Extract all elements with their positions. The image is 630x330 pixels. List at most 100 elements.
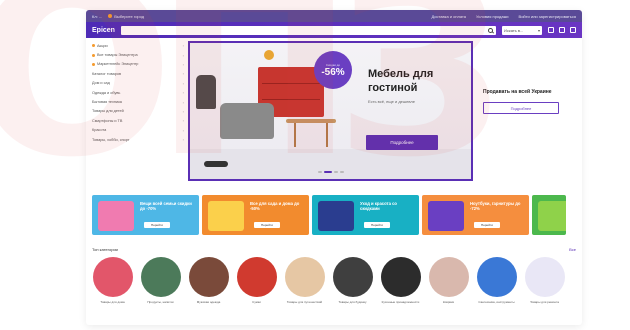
promo-button[interactable]: Перейти bbox=[364, 222, 390, 228]
sidebar-item[interactable]: Все товары Эпицентра › bbox=[92, 50, 184, 59]
table-leg bbox=[326, 123, 328, 147]
promo-button[interactable]: Перейти bbox=[474, 222, 500, 228]
topbar-link-delivery[interactable]: Доставка и оплата bbox=[432, 14, 467, 19]
sidebar-item[interactable]: Акции › bbox=[92, 41, 184, 50]
search-icon[interactable] bbox=[488, 27, 493, 33]
banner-floor bbox=[190, 149, 471, 179]
promo-card[interactable]: Все для сада и дома до -50% Перейти bbox=[202, 195, 309, 235]
top-categories: Топ категории Все Товары для дома Продукт… bbox=[92, 245, 576, 312]
category-label: Товары для дома bbox=[100, 300, 125, 304]
category-label: Продукты, напитки bbox=[147, 300, 174, 304]
banner-cta-button[interactable]: Подробнее bbox=[366, 135, 438, 150]
category-item[interactable]: Кухонные принадлежности bbox=[380, 257, 421, 312]
user-icon[interactable] bbox=[548, 27, 554, 33]
category-image bbox=[140, 257, 181, 297]
category-item[interactable]: Коврики bbox=[428, 257, 469, 312]
hero-banner[interactable]: Скидки до -56% Мебель для гостиной Есть … bbox=[188, 41, 473, 181]
sidebar-item[interactable]: Одежда и обувь › bbox=[92, 88, 184, 97]
sidebar: Акции › Все товары Эпицентра › Маркетплейс Э… bbox=[92, 41, 184, 181]
sidebar-item[interactable]: Товары для детей › bbox=[92, 107, 184, 116]
site-logo[interactable]: Epicen bbox=[92, 27, 115, 34]
categories-all-link[interactable]: Все bbox=[569, 247, 576, 252]
category-image bbox=[428, 257, 469, 297]
search-scope-select[interactable]: Искать в... ▾ bbox=[502, 25, 542, 35]
promo-button[interactable]: Перейти bbox=[254, 222, 280, 228]
cart-icon[interactable] bbox=[570, 27, 576, 33]
promo-row: Вещи всей семьи скидки до -70% Перейти Все… bbox=[92, 195, 566, 235]
category-item[interactable]: Товары для путешествий bbox=[284, 257, 325, 312]
category-item[interactable]: Товары для будинку bbox=[332, 257, 373, 312]
promo-title: Вещи всей семьи скидки до -70% bbox=[140, 201, 192, 211]
discount-badge: Скидки до -56% bbox=[314, 51, 352, 89]
category-item[interactable]: Сумки bbox=[236, 257, 277, 312]
category-image bbox=[332, 257, 373, 297]
category-label: Кухонные принадлежности bbox=[381, 300, 420, 304]
carousel-dot-active[interactable] bbox=[324, 171, 332, 173]
promo-image bbox=[538, 201, 566, 231]
category-image bbox=[524, 257, 565, 297]
category-item[interactable]: Продукты, напитки bbox=[140, 257, 181, 312]
sidebar-item-label: Дом и сад bbox=[92, 81, 110, 86]
topbar-left-0[interactable]: Кл: ... bbox=[92, 14, 102, 19]
heart-icon[interactable] bbox=[559, 27, 565, 33]
category-image bbox=[92, 257, 133, 297]
category-label: Сумки bbox=[252, 300, 261, 304]
sell-panel: Продавать на всей Украине Подробнее bbox=[477, 41, 559, 181]
search-scope-value: Искать в... bbox=[504, 27, 524, 33]
table-leg bbox=[294, 123, 296, 147]
sidebar-item[interactable]: Красота › bbox=[92, 126, 184, 135]
chevron-right-icon: › bbox=[182, 80, 184, 86]
coat-image bbox=[196, 75, 216, 109]
chevron-right-icon: › bbox=[182, 118, 184, 124]
category-label: Сантехника, инструменты bbox=[478, 300, 515, 304]
chevron-right-icon: › bbox=[182, 127, 184, 133]
category-label: Товары для путешествий bbox=[286, 300, 323, 304]
city-selector[interactable]: Выберите город bbox=[108, 14, 144, 19]
carousel-dot[interactable] bbox=[340, 171, 344, 173]
sidebar-item-label: Каталог товаров bbox=[92, 71, 121, 76]
carousel-dot[interactable] bbox=[318, 171, 322, 173]
promo-card[interactable] bbox=[532, 195, 566, 235]
banner-subtitle: Есть всё, еще и дешевле bbox=[368, 99, 415, 104]
category-label: Коврики bbox=[442, 300, 455, 304]
category-item[interactable]: Товары для ремонта bbox=[524, 257, 565, 312]
topbar-link-terms[interactable]: Условия продажи bbox=[476, 14, 509, 19]
sidebar-item-label: Товары, хобби, спорт bbox=[92, 137, 130, 142]
category-image bbox=[284, 257, 325, 297]
promo-card[interactable]: Ноутбуки, гарнитуры до -72% Перейти bbox=[422, 195, 529, 235]
topbar-link-login[interactable]: Войти или зарегистрироваться bbox=[519, 14, 576, 19]
category-item[interactable]: Сантехника, инструменты bbox=[476, 257, 517, 312]
location-dot-icon bbox=[108, 14, 113, 19]
chevron-right-icon: › bbox=[182, 99, 184, 105]
category-dot-icon bbox=[92, 44, 95, 48]
search-input[interactable] bbox=[123, 26, 488, 34]
category-dot-icon bbox=[92, 62, 95, 66]
promo-card[interactable]: Уход и красота со скидками Перейти bbox=[312, 195, 419, 235]
sidebar-item[interactable]: Каталог товаров › bbox=[92, 69, 184, 78]
carousel-dot[interactable] bbox=[334, 171, 338, 173]
sidebar-item[interactable]: Смартфоны и ТВ › bbox=[92, 116, 184, 125]
chevron-right-icon: › bbox=[182, 61, 184, 67]
header-icons bbox=[548, 27, 576, 33]
content-area: Акции › Все товары Эпицентра › Маркетплейс Э… bbox=[86, 38, 582, 181]
armchair-image bbox=[220, 103, 274, 139]
sidebar-item[interactable]: Маркетплейс Эпицентр › bbox=[92, 60, 184, 69]
top-strip: Кл: ... Выберите город Доставка и оплата… bbox=[86, 10, 582, 22]
sidebar-item-label: Все товары Эпицентра bbox=[97, 53, 138, 58]
promo-button[interactable]: Перейти bbox=[144, 222, 170, 228]
chevron-right-icon: › bbox=[182, 137, 184, 143]
sidebar-item[interactable]: Бытовая техника › bbox=[92, 97, 184, 106]
chevron-right-icon: › bbox=[182, 43, 184, 49]
promo-image bbox=[98, 201, 134, 231]
promo-card[interactable]: Вещи всей семьи скидки до -70% Перейти bbox=[92, 195, 199, 235]
category-item[interactable]: Товары для дома bbox=[92, 257, 133, 312]
category-item[interactable]: Мужская одежда bbox=[188, 257, 229, 312]
vase-image bbox=[264, 50, 274, 60]
chevron-right-icon: › bbox=[182, 71, 184, 77]
sidebar-item[interactable]: Товары, хобби, спорт › bbox=[92, 135, 184, 144]
chevron-right-icon: › bbox=[182, 52, 184, 58]
sell-cta-button[interactable]: Подробнее bbox=[483, 102, 559, 114]
categories-title: Топ категории bbox=[92, 247, 118, 252]
chevron-down-icon: ▾ bbox=[537, 27, 540, 33]
sidebar-item[interactable]: Дом и сад › bbox=[92, 79, 184, 88]
